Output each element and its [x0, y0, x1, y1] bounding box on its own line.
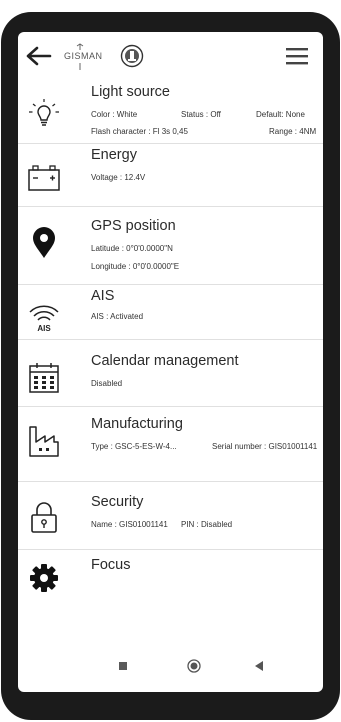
- logo-text: GISMAN: [64, 51, 103, 61]
- manufacturing-title: Manufacturing: [91, 416, 183, 432]
- calendar-icon: [29, 363, 59, 393]
- gps-title: GPS position: [91, 218, 176, 234]
- security-pin: PIN : Disabled: [181, 520, 233, 529]
- light-source-title: Light source: [91, 84, 170, 100]
- arrow-left-icon[interactable]: [24, 44, 54, 68]
- home-circle-icon[interactable]: [187, 659, 201, 673]
- recent-apps-icon[interactable]: [119, 662, 127, 670]
- battery-icon: [28, 165, 60, 191]
- gear-icon: [30, 564, 58, 592]
- light-source-row[interactable]: Light source Color : White Status : Off …: [18, 80, 323, 144]
- hamburger-menu-icon[interactable]: [284, 45, 310, 67]
- wireless-signal-icon: AIS: [29, 305, 59, 333]
- light-status: Status : Off: [181, 110, 221, 119]
- system-nav-bar: [18, 640, 323, 692]
- energy-row[interactable]: Energy Voltage : 12.4V: [18, 143, 323, 207]
- ais-row[interactable]: AIS AIS AIS : Activated: [18, 284, 323, 340]
- calendar-management-row[interactable]: Calendar management Disabled: [18, 339, 323, 407]
- gps-longitude: Longitude : 0°0'0.0000"E: [91, 262, 180, 271]
- energy-title: Energy: [91, 147, 137, 163]
- nav-back-triangle-icon[interactable]: [254, 660, 264, 672]
- app-screen: GISMAN Light source Color: White Status…: [18, 32, 323, 692]
- beacon-emblem-icon: [120, 44, 144, 68]
- light-range: Range : 4NM: [269, 127, 317, 136]
- manufacturing-serial: Serial number : GIS01001141: [212, 442, 318, 451]
- ais-icon-label: AIS: [37, 324, 51, 333]
- security-name: Name : GIS01001141: [91, 520, 168, 529]
- factory-icon: [29, 426, 59, 457]
- security-row[interactable]: Security Name : GIS01001141 PIN : Disabl…: [18, 481, 323, 550]
- manufacturing-type: Type : GSC-5-ES-W-4...: [91, 442, 177, 451]
- light-default: Default: None: [256, 110, 305, 119]
- energy-voltage: Voltage : 12.4V: [91, 173, 146, 182]
- top-bar: GISMAN: [18, 32, 323, 80]
- padlock-icon: [31, 502, 57, 533]
- light-flash-character: Flash character : Fl 3s 0,45: [91, 127, 188, 136]
- security-title: Security: [91, 494, 144, 510]
- light-color: Color : White: [91, 110, 138, 119]
- ais-status: AIS : Activated: [91, 312, 144, 321]
- lightbulb-icon: [29, 99, 59, 126]
- manufacturing-row[interactable]: Manufacturing Type : GSC-5-ES-W-4... Ser…: [18, 406, 323, 482]
- gps-latitude: Latitude : 0°0'0.0000"N: [91, 244, 173, 253]
- gps-position-row[interactable]: GPS position Latitude : 0°0'0.0000"N Lon…: [18, 206, 323, 285]
- calendar-title: Calendar management: [91, 353, 239, 369]
- gisman-logo: GISMAN: [64, 42, 114, 72]
- phone-frame: GISMAN Light source Color: White Status…: [0, 0, 341, 722]
- map-pin-icon: [33, 227, 55, 258]
- ais-title: AIS: [91, 288, 115, 304]
- calendar-status: Disabled: [91, 379, 123, 388]
- focus-row[interactable]: Focus: [18, 549, 323, 604]
- focus-title: Focus: [91, 557, 131, 573]
